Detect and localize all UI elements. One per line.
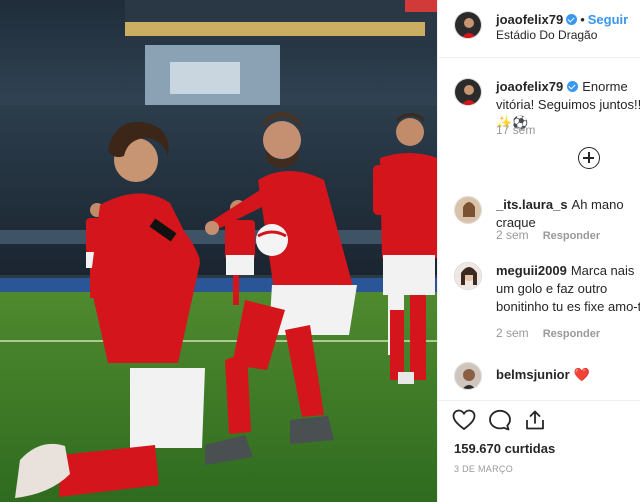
- comment-meta: 2 sem Responder: [496, 228, 600, 242]
- follow-button[interactable]: Seguir: [588, 12, 628, 27]
- comments-list[interactable]: joaofelix79 Enorme vitória! Seguimos junt…: [438, 58, 640, 400]
- comment-icon[interactable]: [488, 409, 512, 431]
- comment-text-block: belmsjunior ❤️: [496, 366, 640, 384]
- comment-time[interactable]: 2 sem: [496, 326, 529, 340]
- avatar[interactable]: [454, 196, 482, 224]
- post-photo[interactable]: [0, 0, 437, 502]
- comment-meta: 2 sem Responder: [496, 326, 600, 340]
- caption-time[interactable]: 17 sem: [496, 123, 535, 137]
- header-user-line: joaofelix79 • Seguir: [496, 11, 628, 29]
- post-username[interactable]: joaofelix79: [496, 12, 563, 27]
- post-location[interactable]: Estádio Do Dragão: [496, 28, 597, 42]
- reply-button[interactable]: Responder: [543, 328, 600, 340]
- post-date: 3 DE MARÇO: [454, 464, 514, 474]
- avatar[interactable]: [454, 78, 482, 106]
- heart-emoji: ❤️: [573, 367, 590, 382]
- avatar[interactable]: [454, 11, 482, 39]
- comment-time[interactable]: 2 sem: [496, 228, 529, 242]
- avatar[interactable]: [454, 362, 482, 390]
- likes-count[interactable]: 159.670 curtidas: [454, 441, 555, 456]
- verified-badge-icon: [566, 14, 578, 25]
- plus-circle-icon[interactable]: [578, 147, 600, 169]
- verified-badge-icon: [567, 81, 579, 92]
- football-celebration-image: [0, 0, 437, 502]
- comment-text-block: meguii2009 Marca nais um golo e faz outro…: [496, 262, 640, 316]
- comment-username[interactable]: _its.laura_s: [496, 197, 568, 212]
- post-header: joaofelix79 • Seguir Estádio Do Dragão: [438, 0, 640, 58]
- separator-dot: •: [580, 12, 585, 27]
- comment-username[interactable]: meguii2009: [496, 263, 567, 278]
- post-actions: 159.670 curtidas 3 DE MARÇO: [438, 400, 640, 502]
- share-icon[interactable]: [524, 409, 546, 431]
- comment-username[interactable]: belmsjunior: [496, 367, 570, 382]
- avatar[interactable]: [454, 262, 482, 290]
- heart-icon[interactable]: [452, 409, 476, 431]
- reply-button[interactable]: Responder: [543, 230, 600, 242]
- comment-text-block: _its.laura_s Ah mano craque: [496, 196, 640, 232]
- caption-username[interactable]: joaofelix79: [496, 79, 563, 94]
- post-side-panel: joaofelix79 • Seguir Estádio Do Dragão joa…: [437, 0, 640, 502]
